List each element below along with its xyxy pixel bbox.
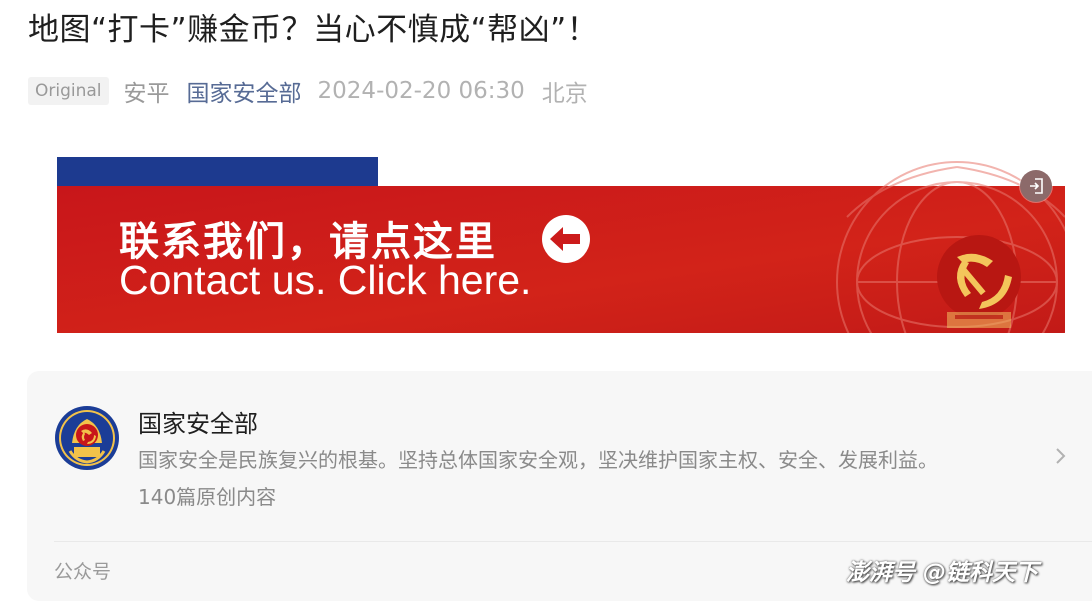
card-divider: [54, 541, 1092, 542]
contact-banner[interactable]: 联系我们，请点这里 Contact us. Click here.: [57, 157, 1065, 333]
exit-button[interactable]: [1020, 170, 1052, 202]
article-meta: Original 安平 国家安全部 2024-02-20 06:30 北京: [28, 74, 588, 108]
exit-icon: [1030, 178, 1043, 194]
publish-location: 北京: [541, 81, 588, 107]
original-badge: Original: [28, 77, 109, 105]
ministry-emblem-icon: [55, 406, 119, 470]
account-name: 国家安全部: [138, 410, 258, 438]
chevron-right-icon[interactable]: [1052, 447, 1068, 465]
publish-time: 2024-02-20 06:30: [317, 78, 525, 104]
banner-title-en: Contact us. Click here.: [119, 257, 532, 303]
hammer-sickle-emblem-icon: [937, 235, 1021, 328]
account-link[interactable]: 国家安全部: [187, 74, 302, 108]
account-description: 国家安全是民族复兴的根基。坚持总体国家安全观，坚决维护国家主权、安全、发展利益。: [138, 448, 938, 472]
article-title: 地图“打卡”赚金币？当心不慎成“帮凶”！: [28, 12, 599, 48]
left-arrow-circle-icon: [542, 215, 590, 263]
source-watermark: 澎湃号 @链科天下: [846, 560, 1039, 586]
account-type-label: 公众号: [54, 561, 112, 583]
author-name: 安平: [123, 81, 170, 107]
original-count: 140篇原创内容: [138, 485, 277, 509]
